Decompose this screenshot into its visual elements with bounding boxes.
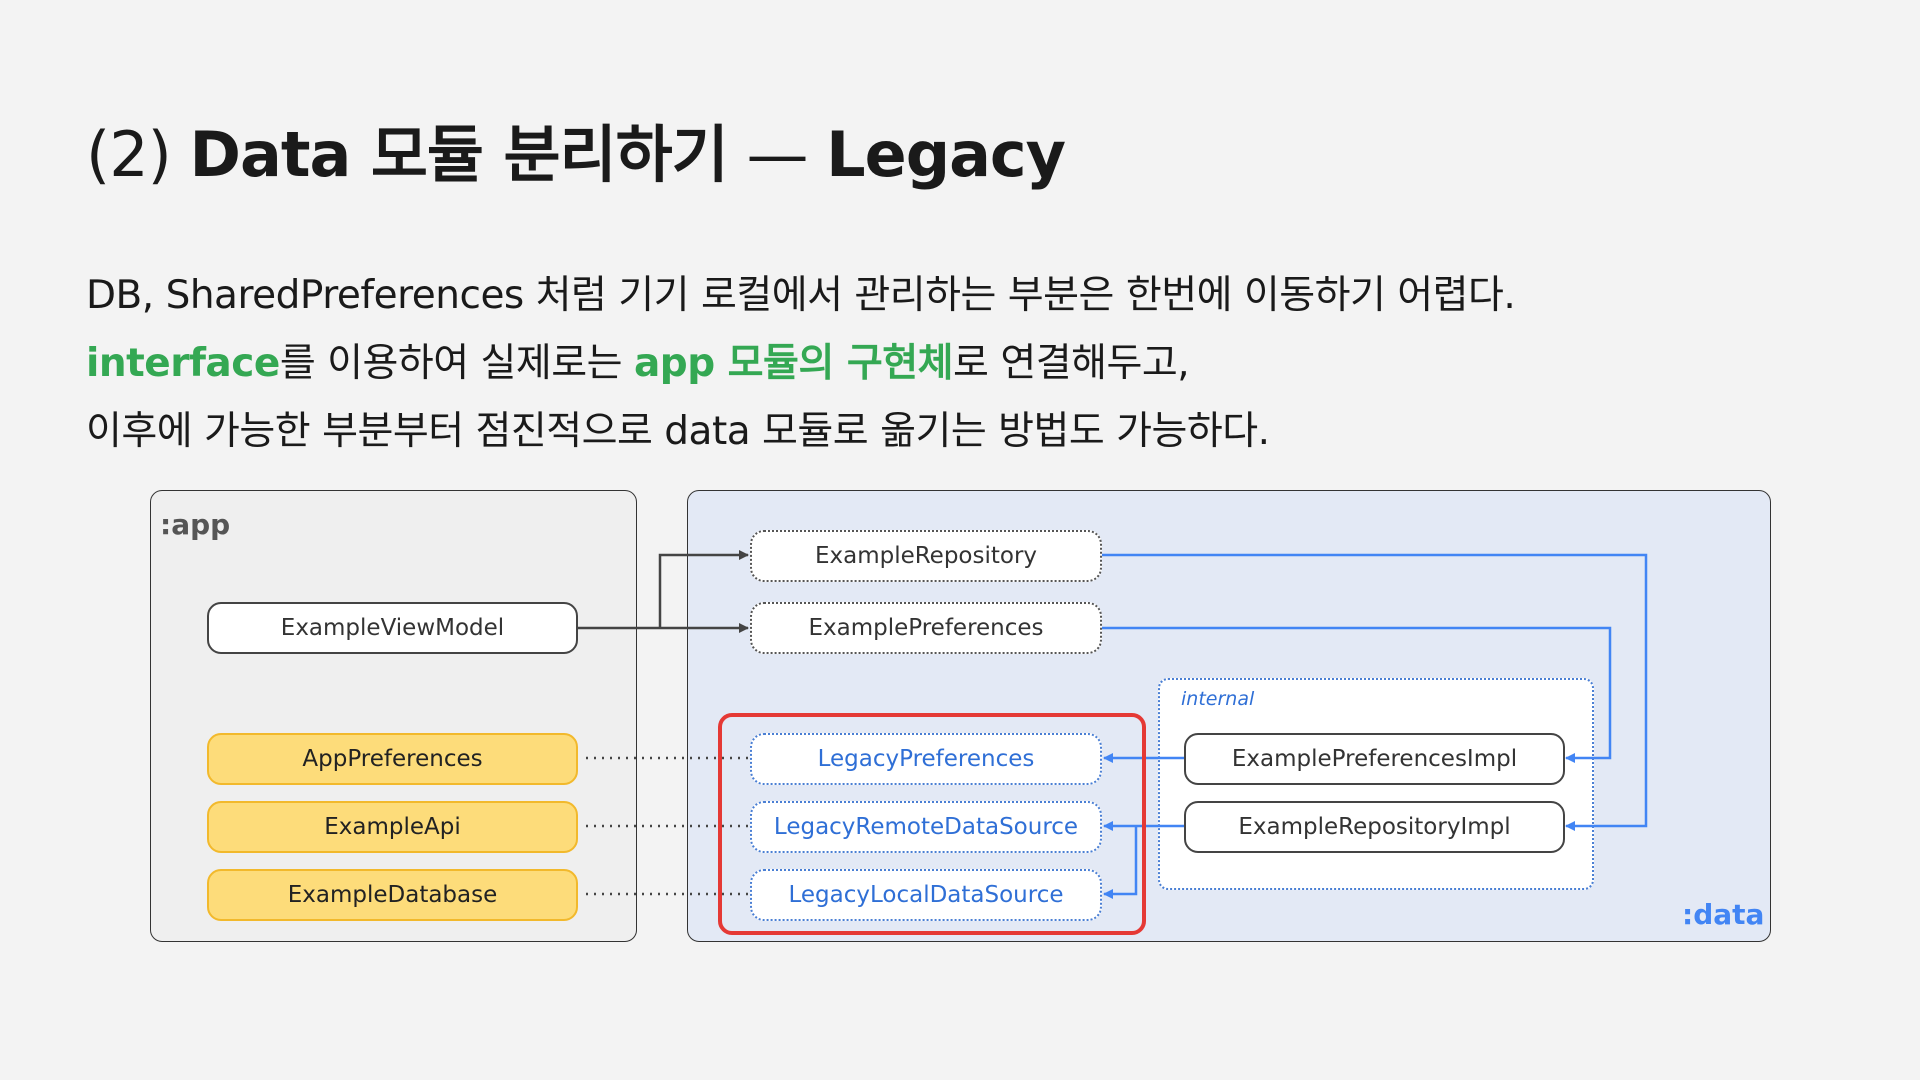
node-example-preferences-impl: ExamplePreferencesImpl xyxy=(1184,733,1565,785)
legacy-highlight-box xyxy=(718,713,1146,935)
node-example-api: ExampleApi xyxy=(207,801,578,853)
edge-repository-to-impl xyxy=(1102,553,1648,831)
node-example-view-model: ExampleViewModel xyxy=(207,602,578,654)
node-example-repository: ExampleRepository xyxy=(750,530,1102,582)
node-example-preferences: ExamplePreferences xyxy=(750,602,1102,654)
node-example-repository-impl: ExampleRepositoryImpl xyxy=(1184,801,1565,853)
node-app-preferences: AppPreferences xyxy=(207,733,578,785)
edge-viewmodel-to-repository xyxy=(658,550,749,628)
node-example-database: ExampleDatabase xyxy=(207,869,578,921)
